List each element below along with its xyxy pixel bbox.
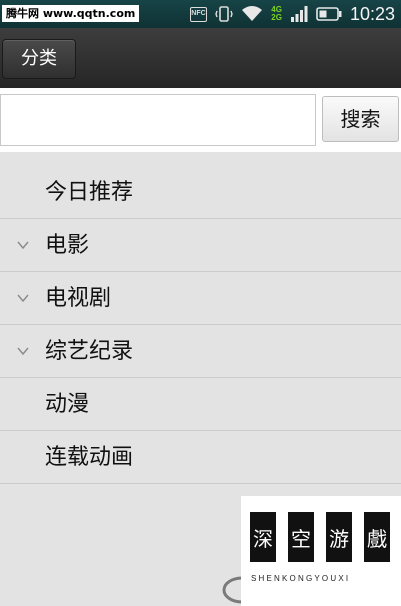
brand-watermark: 深 空 游 戲 SHENKONGYOUXI bbox=[241, 496, 401, 606]
signal-icon bbox=[290, 5, 308, 23]
action-bar: 分类 bbox=[0, 28, 401, 88]
category-button[interactable]: 分类 bbox=[2, 39, 76, 79]
brand-pinyin: SHENKONGYOUXI bbox=[251, 574, 351, 583]
chevron-down-icon bbox=[17, 347, 29, 356]
chevron-down-icon bbox=[17, 294, 29, 303]
category-list: 今日推荐 电影 电视剧 综艺纪录 动漫 连载动画 bbox=[0, 166, 401, 484]
network-2g-label: 2G bbox=[271, 13, 282, 22]
category-item-serial-animation[interactable]: 连载动画 bbox=[0, 431, 401, 484]
nfc-icon: NFC bbox=[190, 6, 208, 22]
chevron-down-icon bbox=[17, 241, 29, 250]
category-label: 连载动画 bbox=[45, 445, 134, 470]
category-item-tv-series[interactable]: 电视剧 bbox=[0, 272, 401, 325]
vibrate-icon bbox=[215, 5, 234, 23]
network-type-badge: 4G 2G bbox=[271, 6, 282, 22]
category-label: 今日推荐 bbox=[45, 180, 134, 205]
category-item-anime[interactable]: 动漫 bbox=[0, 378, 401, 431]
site-logo-mark bbox=[220, 560, 242, 606]
status-icons: NFC 4G 2G 10:23 bbox=[182, 0, 395, 28]
brand-char: 空 bbox=[288, 512, 314, 562]
brand-char: 戲 bbox=[364, 512, 390, 562]
brand-char: 游 bbox=[326, 512, 352, 562]
battery-icon bbox=[316, 6, 342, 22]
category-item-variety[interactable]: 综艺纪录 bbox=[0, 325, 401, 378]
search-bar: 搜索 bbox=[0, 88, 401, 152]
category-label: 电视剧 bbox=[45, 286, 112, 311]
wifi-icon bbox=[241, 5, 263, 23]
site-watermark: 腾牛网 www.qqtn.com bbox=[2, 5, 140, 22]
category-item-movies[interactable]: 电影 bbox=[0, 219, 401, 272]
category-item-today[interactable]: 今日推荐 bbox=[0, 166, 401, 219]
search-button[interactable]: 搜索 bbox=[322, 96, 399, 142]
brand-chars: 深 空 游 戲 bbox=[250, 512, 401, 562]
category-label: 电影 bbox=[45, 233, 90, 258]
category-label: 综艺纪录 bbox=[45, 339, 134, 364]
search-input[interactable] bbox=[0, 94, 316, 146]
status-bar: 腾牛网 www.qqtn.com NFC 4G 2G 10:23 bbox=[0, 0, 401, 28]
clock: 10:23 bbox=[349, 3, 395, 24]
category-label: 动漫 bbox=[45, 392, 90, 417]
brand-char: 深 bbox=[250, 512, 276, 562]
